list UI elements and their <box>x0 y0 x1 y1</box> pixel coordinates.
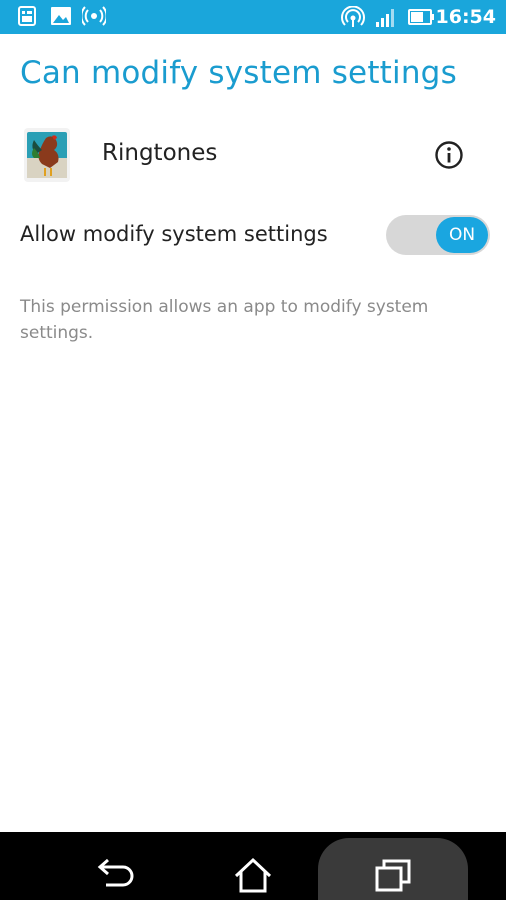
rooster-app-icon <box>24 128 70 182</box>
permission-description: This permission allows an app to modify … <box>20 297 429 343</box>
app-row: Ringtones <box>0 118 506 190</box>
toggle-on-label: ON <box>436 217 488 253</box>
status-bar: 16:54 <box>0 0 506 34</box>
sim-card-icon <box>18 6 36 26</box>
app-name: Ringtones <box>102 140 218 166</box>
broadcast-icon <box>82 6 106 26</box>
permission-row[interactable]: Allow modify system settings ON <box>0 210 506 260</box>
permission-toggle[interactable]: ON <box>386 215 490 255</box>
image-icon <box>51 7 71 25</box>
page-title: Can modify system settings <box>20 55 457 91</box>
hotspot-icon <box>341 6 365 27</box>
battery-icon <box>408 9 434 25</box>
signal-icon <box>376 9 394 27</box>
info-icon[interactable] <box>434 140 464 170</box>
permission-label: Allow modify system settings <box>20 222 328 246</box>
status-time: 16:54 <box>435 6 496 28</box>
